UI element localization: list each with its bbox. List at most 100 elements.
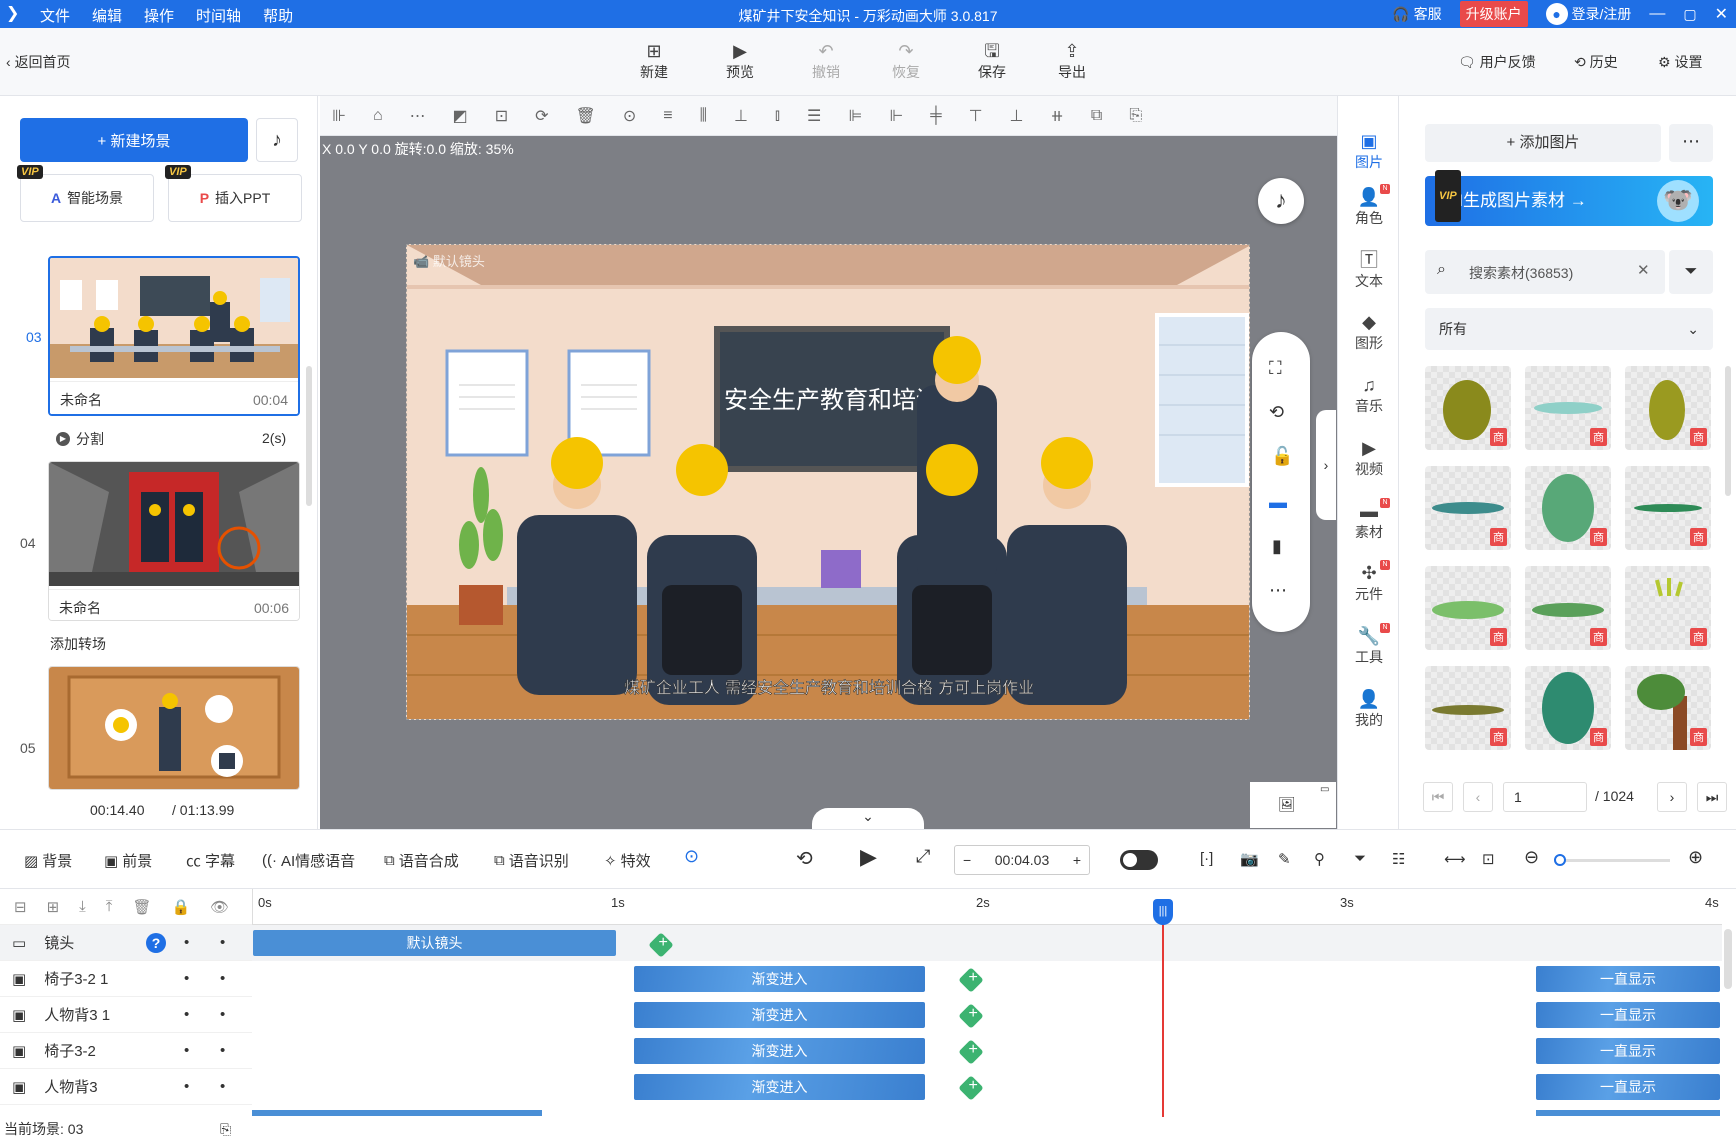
zoom-slider-handle[interactable] — [1554, 854, 1566, 866]
partial-clip[interactable] — [252, 1110, 542, 1116]
ai-voice-button[interactable]: ((· AI情感语音 — [262, 850, 355, 871]
time-input[interactable]: 00:04.03 — [995, 852, 1050, 868]
keyframe-add-icon[interactable] — [958, 1039, 984, 1065]
bracket-tool[interactable]: [·] — [1200, 850, 1213, 867]
maximize-button[interactable]: ▢ — [1683, 6, 1696, 23]
speech-recognition-button[interactable]: ⧉ 语音识别 — [494, 850, 569, 871]
search-box[interactable]: ⌕ 搜索素材(36853) ✕ — [1425, 250, 1665, 294]
asset-item[interactable]: 商 — [1625, 366, 1711, 450]
unlock-icon[interactable]: 🔓 — [1271, 446, 1293, 467]
tts-button[interactable]: ⧉ 语音合成 — [384, 850, 459, 871]
visible-dot[interactable]: • — [220, 1078, 225, 1095]
ruler-icon[interactable]: ⊪ — [332, 106, 346, 126]
scene-thumbnail-04[interactable]: 未命名 00:06 — [48, 461, 300, 621]
visible-dot[interactable]: • — [220, 1042, 225, 1059]
nav-music[interactable]: ♫ 音乐 — [1338, 374, 1400, 416]
history-button[interactable]: ⟲ 历史 — [1574, 52, 1618, 72]
keyframe-add-icon[interactable] — [958, 1075, 984, 1101]
minimap-toggle-icon[interactable]: ▭ — [1320, 784, 1329, 795]
smart-scene-button[interactable]: VIP A 智能场景 — [17, 165, 154, 222]
always-show-clip[interactable]: 一直显示 — [1536, 1038, 1720, 1064]
lock-dot[interactable]: • — [184, 1078, 189, 1095]
time-ruler[interactable]: 0s 1s 2s 3s 4s — [252, 889, 1722, 925]
copy-icon[interactable]: ⎘ — [220, 1117, 231, 1141]
distribute-v-icon[interactable]: ☰ — [807, 106, 821, 126]
nav-characters[interactable]: 👤 角色 N — [1338, 184, 1400, 228]
customer-service-button[interactable]: 🎧 客服 — [1392, 4, 1441, 24]
nav-shapes[interactable]: ◆ 图形 — [1338, 311, 1400, 353]
new-scene-button[interactable]: + 新建场景 — [20, 118, 248, 162]
feedback-button[interactable]: 🗨 用户反馈 — [1458, 52, 1536, 72]
fade-in-clip[interactable]: 渐变进入 — [634, 1002, 925, 1028]
zoom-out-button[interactable]: ⊖ — [1524, 847, 1539, 868]
background-button[interactable]: ▨ 背景 — [24, 850, 72, 871]
add-image-button[interactable]: + 添加图片 — [1425, 124, 1661, 162]
track-header[interactable]: ▣ 人物背3 • • — [0, 1069, 252, 1105]
back-home-button[interactable]: ‹ 返回首页 — [6, 52, 71, 72]
track-header[interactable]: ▣ 人物背3 1 • • — [0, 997, 252, 1033]
asset-item[interactable]: 商 — [1525, 366, 1611, 450]
align-top-icon[interactable]: ⊤ — [969, 106, 983, 126]
add-folder-icon[interactable]: ⊞ — [47, 898, 60, 916]
minimap[interactable]: 🖼 ▭ — [1250, 782, 1336, 828]
zoom-in-button[interactable]: ⊕ — [1688, 847, 1703, 868]
more-icon[interactable]: ⋯ — [1269, 580, 1287, 601]
camera-clip[interactable]: 默认镜头 — [253, 930, 616, 956]
asset-item[interactable]: 商 — [1625, 466, 1711, 550]
fit-width-tool[interactable]: ⟷ — [1444, 850, 1466, 868]
home-icon[interactable]: ⌂ — [373, 107, 383, 125]
next-page-button[interactable]: › — [1657, 782, 1687, 812]
align-base-icon[interactable]: ⊥ — [1010, 106, 1024, 126]
rotate-icon[interactable]: ⟳ — [535, 106, 548, 126]
align-left-icon[interactable]: ⊫ — [848, 106, 862, 126]
asset-item[interactable]: 商 — [1525, 666, 1611, 750]
rotate-icon[interactable]: ⟲ — [1269, 402, 1284, 423]
delete-icon[interactable]: 🗑 — [132, 898, 151, 916]
login-button[interactable]: ● 登录/注册 — [1545, 3, 1631, 25]
replay-button[interactable]: ⟲ — [796, 846, 813, 871]
landscape-icon[interactable]: ▬ — [1269, 492, 1287, 513]
new-button[interactable]: ⊞ 新建 — [624, 40, 684, 82]
align-center-h-icon[interactable]: ≡ — [663, 107, 672, 125]
partial-clip[interactable] — [1536, 1110, 1720, 1116]
always-show-clip[interactable]: 一直显示 — [1536, 1074, 1720, 1100]
keyframe-add-icon[interactable] — [958, 967, 984, 993]
camera-tool[interactable]: 📷 — [1240, 850, 1259, 868]
close-button[interactable]: ✕ — [1715, 4, 1728, 24]
redo-button[interactable]: ↷ 恢复 — [876, 40, 936, 82]
playhead-handle[interactable]: ||| — [1153, 899, 1173, 925]
first-page-button[interactable]: ⏮ — [1423, 782, 1453, 812]
distribute-h-icon[interactable]: ⫾ — [775, 107, 780, 125]
portrait-icon[interactable]: ▮ — [1272, 536, 1282, 557]
ratio-tool[interactable]: ⊡ — [1482, 850, 1495, 868]
asset-item[interactable]: 商 — [1625, 666, 1711, 750]
asset-item[interactable]: 商 — [1525, 566, 1611, 650]
spacing-icon[interactable]: ⧺ — [1050, 106, 1063, 126]
minimize-button[interactable]: — — [1649, 5, 1665, 23]
settings-button[interactable]: ⚙ 设置 — [1658, 52, 1702, 72]
asset-item[interactable]: 商 — [1625, 566, 1711, 650]
asset-item[interactable]: 商 — [1525, 466, 1611, 550]
nav-components[interactable]: ✣ 元件 N — [1338, 560, 1400, 604]
fade-in-clip[interactable]: 渐变进入 — [634, 1038, 925, 1064]
lock-dot[interactable]: • — [184, 1006, 189, 1023]
asset-item[interactable]: 商 — [1425, 466, 1511, 550]
time-stepper[interactable]: − 00:04.03 + — [954, 845, 1090, 875]
always-show-clip[interactable]: 一直显示 — [1536, 1002, 1720, 1028]
move-up-icon[interactable]: ⤒ — [106, 898, 113, 915]
add-transition-link[interactable]: 添加转场 — [50, 634, 106, 654]
edit-tool[interactable]: ✎ — [1278, 850, 1291, 868]
asset-item[interactable]: 商 — [1425, 366, 1511, 450]
minus-icon[interactable]: − — [963, 852, 971, 868]
lock-icon[interactable]: 🔒 — [171, 898, 190, 916]
lock-dot[interactable]: • — [184, 1042, 189, 1059]
track-header[interactable]: ▭ 镜头 ? • • — [0, 925, 252, 961]
copy-icon[interactable]: ⧉ — [1091, 107, 1102, 125]
more-options-button[interactable]: ⋯ — [1669, 124, 1713, 162]
help-icon[interactable]: ? — [146, 932, 166, 953]
music-note-button[interactable]: ♪ — [256, 118, 298, 162]
lock-icon[interactable]: ⊡ — [495, 106, 508, 126]
nav-images[interactable]: ▣ 图片 — [1338, 130, 1400, 172]
fade-in-clip[interactable]: 渐变进入 — [634, 966, 925, 992]
prev-page-button[interactable]: ‹ — [1463, 782, 1493, 812]
